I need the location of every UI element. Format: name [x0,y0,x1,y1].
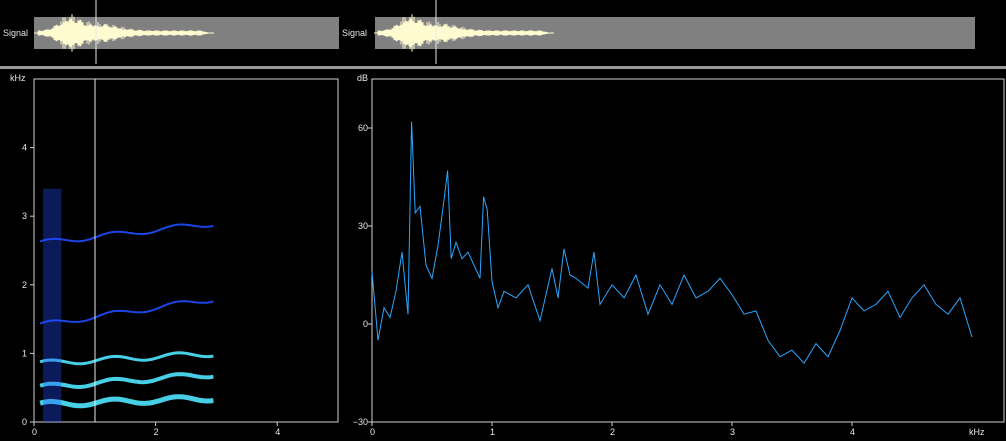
spectrum-x-tick-label: 0 [370,427,375,437]
spectrogram-y-tick-label: 0 [22,417,27,427]
spectrum-panel[interactable]: dB 60 30 0 −30 0 1 2 3 4 kHz [340,70,1006,441]
spectrum-x-tick-label: 3 [730,427,735,437]
spectrogram-burst [43,188,62,422]
spectrum-series-line [371,121,973,365]
waveform-track-right[interactable]: Signal [340,0,1006,64]
spectrum-plot: 60300−300 1 2 3 4 kHz [353,78,1005,437]
spectrum-y-tick-label: 30 [358,221,368,231]
waveform-right [374,0,554,64]
spectrogram-harmonic-band [39,394,214,409]
spectrogram-frame [33,78,339,423]
spectrum-x-tick-label: 1 [490,427,495,437]
panel-divider[interactable] [0,66,1006,69]
spectrogram-harmonic-band [39,372,214,390]
spectrum-y-tick-label: 0 [363,319,368,329]
spectrogram-y-tick-label: 3 [22,211,27,221]
spectrum-y-tick-label: −30 [353,417,368,427]
spectrogram-plot: 0 1 2 3 4 0 2 4 [22,78,339,437]
spectrum-x-unit: kHz [969,427,985,437]
spectrogram-harmonic-band [39,300,214,325]
spectrogram-x-tick-label: 0 [32,427,37,437]
spectrum-x-tick-label: 2 [610,427,615,437]
spectrum-x-tick-label: 4 [850,427,855,437]
spectrum-frame [371,78,1005,423]
waveform-track-left[interactable]: Signal [0,0,340,64]
spectrogram-y-tick-label: 2 [22,280,27,290]
spectrogram-y-tick-label: 4 [22,143,27,153]
spectrogram-harmonic-band [39,223,214,243]
spectrogram-x-tick-label: 4 [275,427,280,437]
spectrum-y-tick-label: 60 [358,123,368,133]
spectrogram-harmonic-band [39,351,214,366]
spectrogram-x-tick-label: 2 [154,427,159,437]
spectrogram-y-tick-label: 1 [22,348,27,358]
spectrogram-panel[interactable]: kHz 01234024 [0,70,340,441]
waveform-left [34,0,214,64]
